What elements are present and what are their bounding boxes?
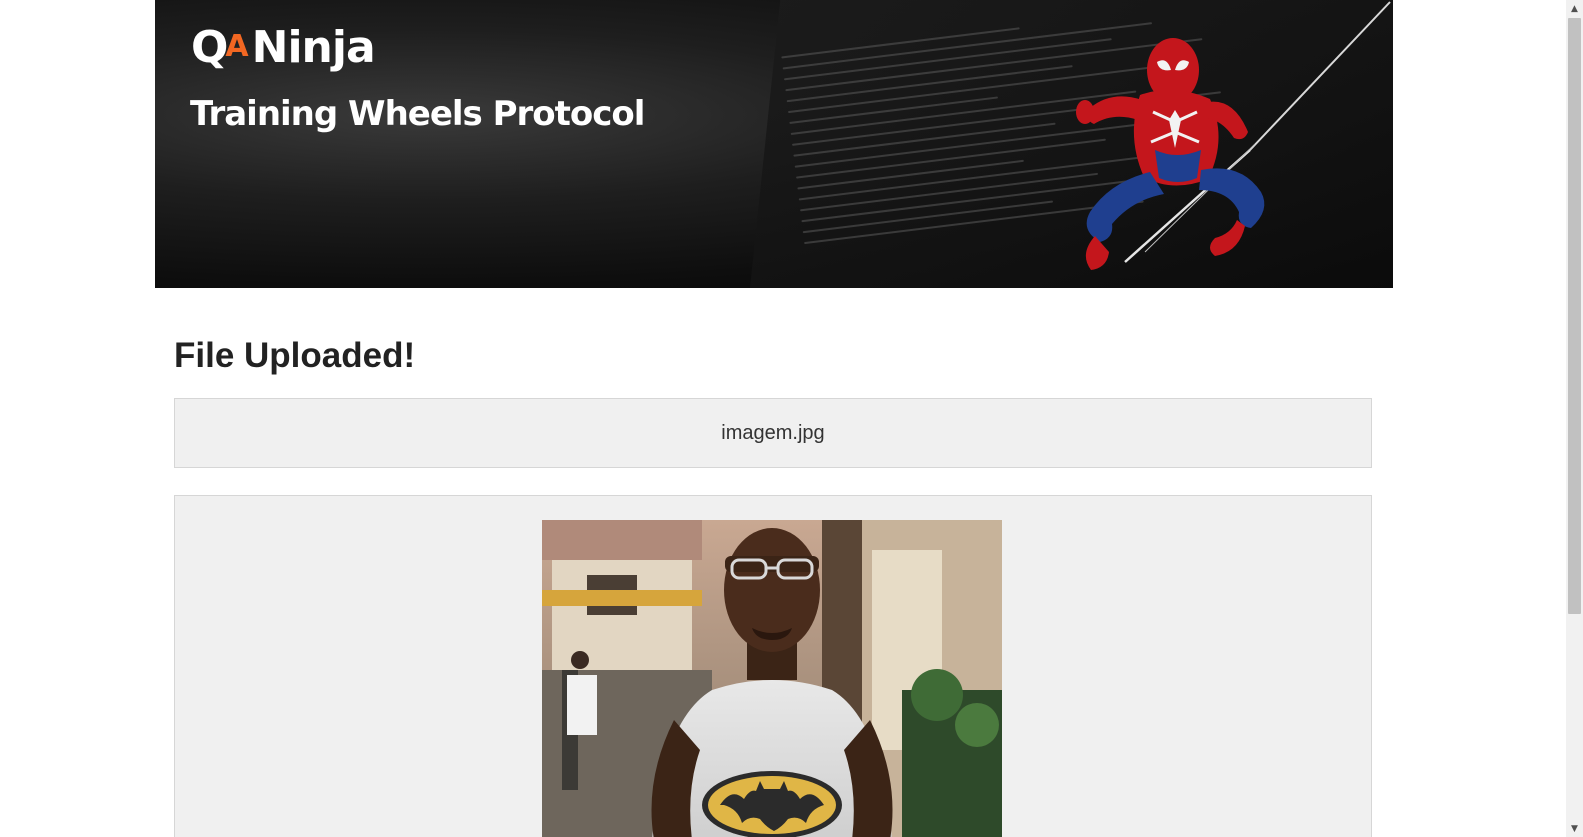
uploaded-file-name: imagem.jpg bbox=[174, 398, 1372, 468]
scrollbar-thumb[interactable] bbox=[1568, 18, 1581, 614]
logo-word-ninja: Ninja bbox=[251, 22, 376, 73]
logo-letter-a: A bbox=[225, 29, 248, 64]
header-banner: Q A Ninja Training Wheels Protocol bbox=[155, 0, 1393, 288]
scroll-down-arrow-icon[interactable]: ▼ bbox=[1566, 820, 1583, 837]
qaninja-logo: Q A Ninja bbox=[191, 22, 376, 73]
page-title: File Uploaded! bbox=[174, 336, 416, 375]
uploaded-image-panel bbox=[174, 495, 1372, 837]
page-scrollbar[interactable]: ▲ ▼ bbox=[1566, 0, 1583, 837]
spider-man-illustration bbox=[1076, 1, 1391, 270]
page: Q A Ninja Training Wheels Protocol File … bbox=[0, 0, 1583, 837]
logo-letter-q: Q bbox=[191, 22, 228, 73]
banner-tagline: Training Wheels Protocol bbox=[190, 94, 645, 134]
scroll-up-arrow-icon[interactable]: ▲ bbox=[1566, 0, 1583, 17]
uploaded-photo-preview bbox=[542, 520, 1002, 837]
